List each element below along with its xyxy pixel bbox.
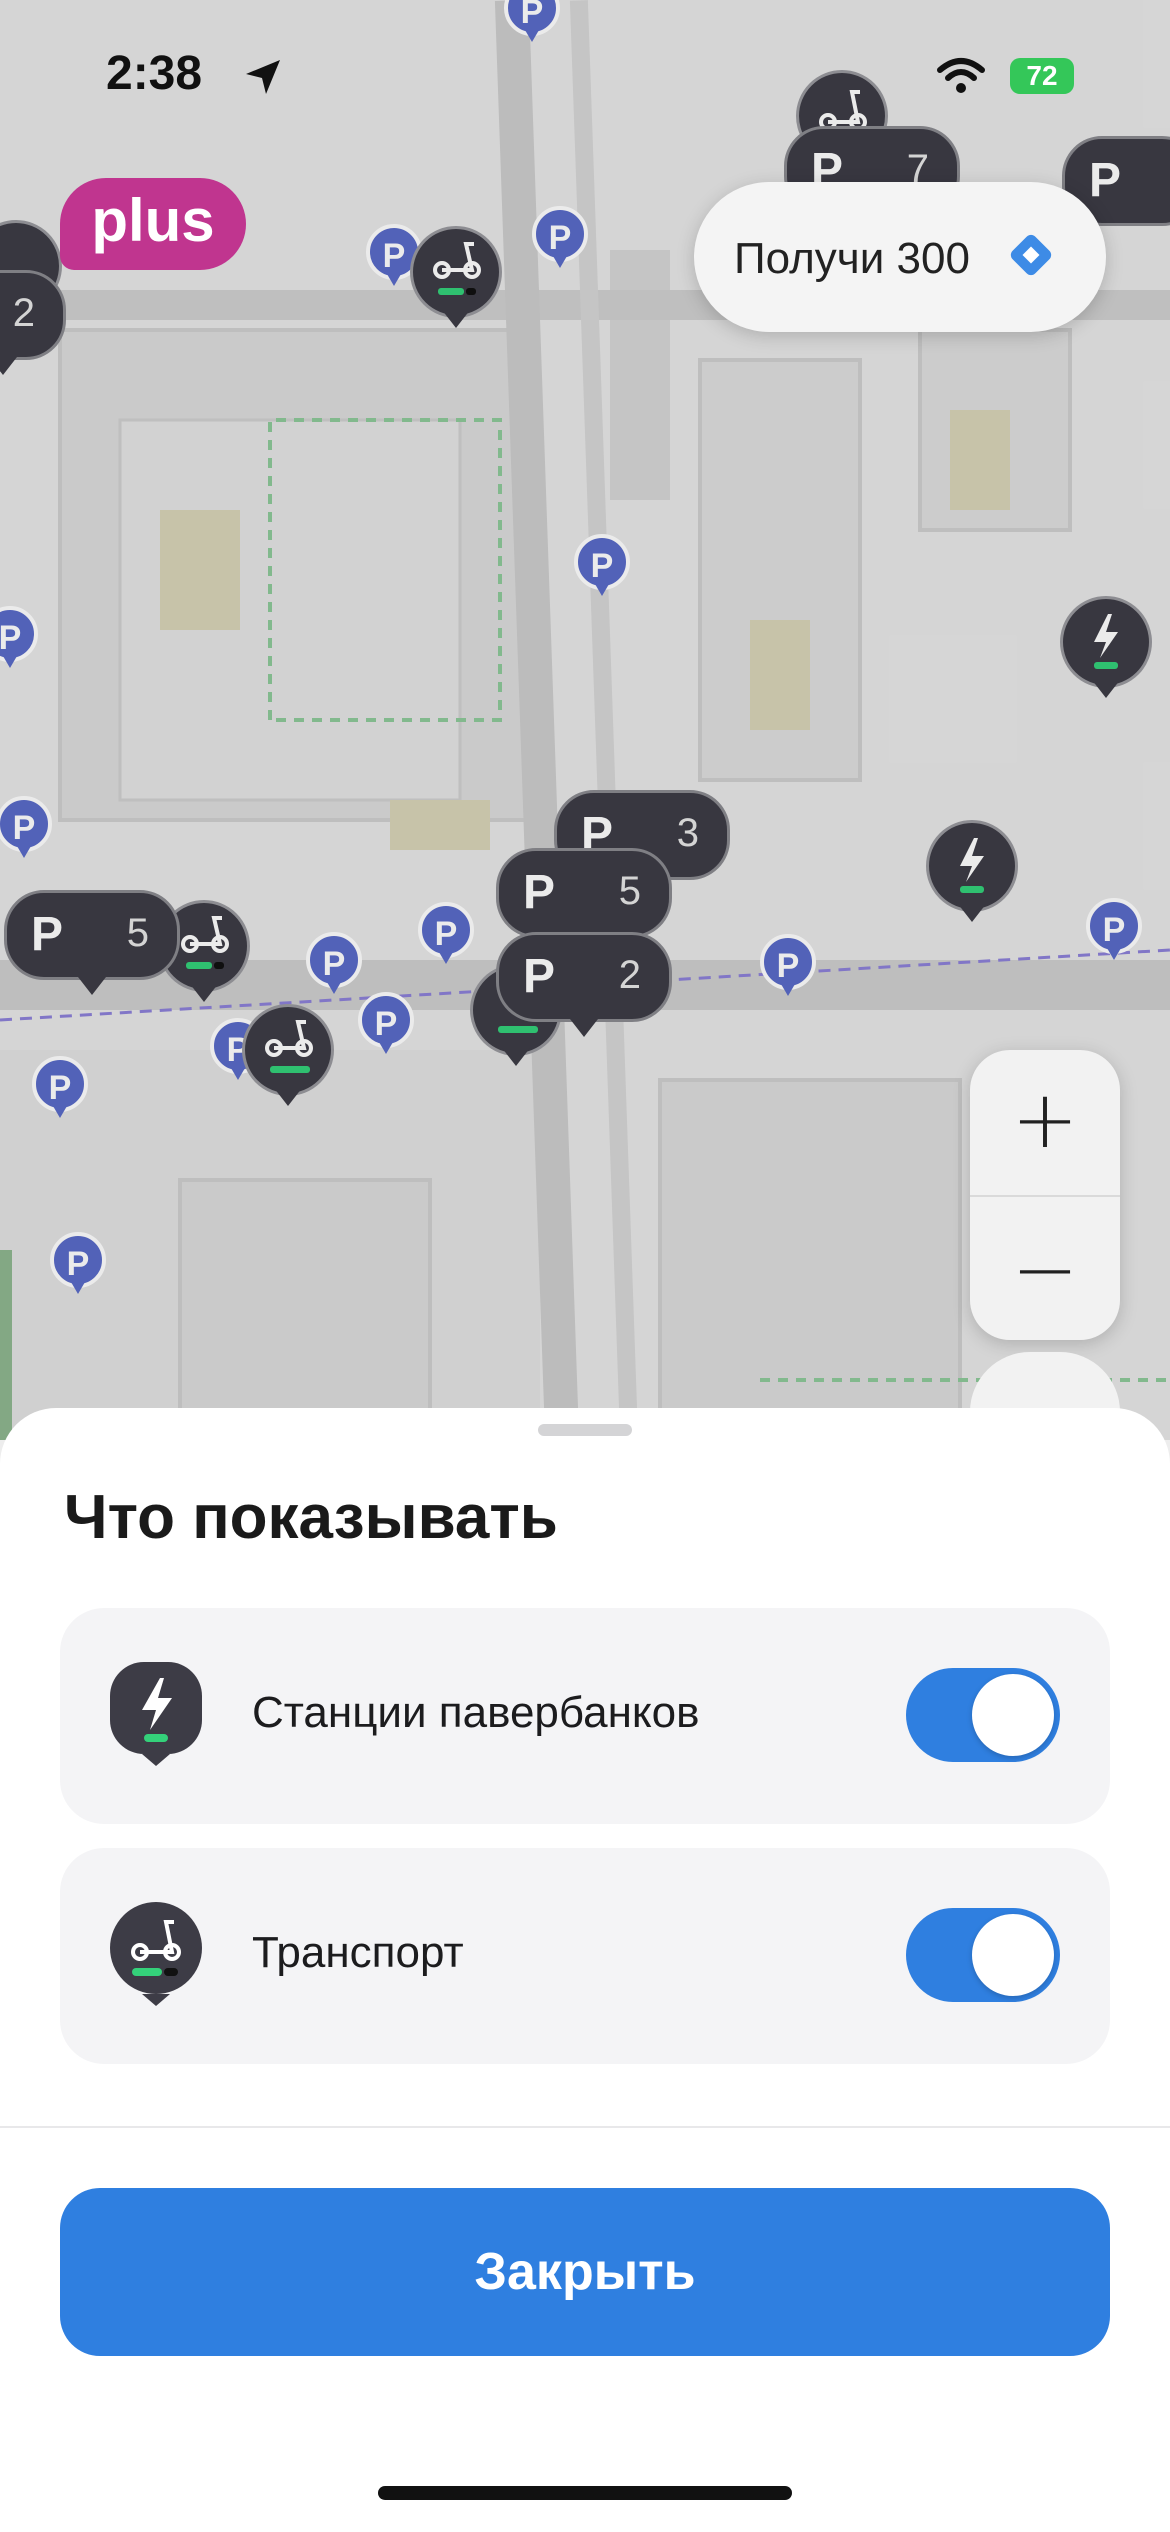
filter-sheet: Что показывать Станции павербанков Транс…: [0, 1408, 1170, 2532]
toggle-knob: [972, 1914, 1054, 1996]
map-view[interactable]: P P P P P P P P P P P P P P P7 2 P3 P5 P…: [0, 0, 1170, 1440]
status-bar: 2:38 72: [0, 0, 1170, 140]
option-powerbank-stations[interactable]: Станции павербанков: [60, 1608, 1110, 1824]
wifi-icon: [937, 58, 985, 93]
powerbank-station-icon: [110, 1662, 202, 1766]
scooter-icon: [110, 1902, 202, 2006]
toggle-knob: [972, 1674, 1054, 1756]
home-indicator[interactable]: [378, 2486, 792, 2500]
powerbank-toggle[interactable]: [906, 1668, 1060, 1762]
promo-label: Получи 300: [734, 234, 970, 283]
option-label: Станции павербанков: [252, 1688, 700, 1737]
battery-level: 72: [1026, 60, 1058, 91]
plus-badge[interactable]: plus: [60, 178, 246, 270]
promo-button[interactable]: Получи 300: [694, 182, 1106, 332]
divider: [0, 2126, 1170, 2128]
diamond-icon: [1010, 234, 1052, 276]
option-transport[interactable]: Транспорт: [60, 1848, 1110, 2064]
transport-toggle[interactable]: [906, 1908, 1060, 2002]
sheet-title: Что показывать: [64, 1483, 558, 1552]
location-arrow-icon: [246, 60, 280, 94]
zoom-out-button[interactable]: −: [970, 1200, 1120, 1340]
status-time: 2:38: [106, 47, 203, 100]
option-label: Транспорт: [252, 1928, 464, 1977]
sheet-grabber[interactable]: [538, 1424, 632, 1436]
zoom-in-button[interactable]: +: [970, 1050, 1120, 1190]
close-button[interactable]: Закрыть: [60, 2188, 1110, 2356]
zoom-control: + −: [970, 1050, 1120, 1340]
battery-icon: 72: [1010, 58, 1074, 94]
